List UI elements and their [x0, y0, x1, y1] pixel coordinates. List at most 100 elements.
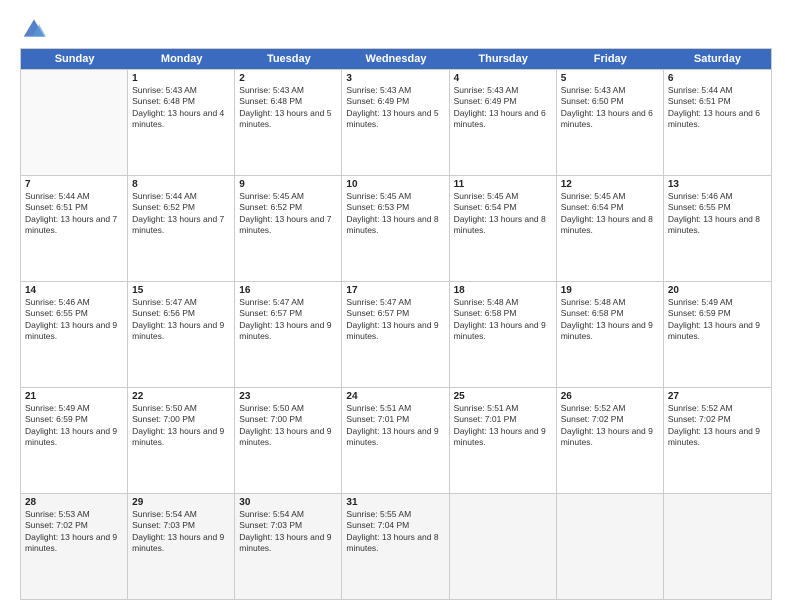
day-info: Sunrise: 5:51 AMSunset: 7:01 PMDaylight:… — [454, 403, 552, 449]
calendar-cell — [557, 494, 664, 599]
calendar-cell: 1Sunrise: 5:43 AMSunset: 6:48 PMDaylight… — [128, 70, 235, 175]
day-info: Sunrise: 5:49 AMSunset: 6:59 PMDaylight:… — [668, 297, 767, 343]
calendar: SundayMondayTuesdayWednesdayThursdayFrid… — [20, 48, 772, 600]
header-day-saturday: Saturday — [664, 49, 771, 69]
calendar-cell: 3Sunrise: 5:43 AMSunset: 6:49 PMDaylight… — [342, 70, 449, 175]
day-info: Sunrise: 5:50 AMSunset: 7:00 PMDaylight:… — [132, 403, 230, 449]
day-info: Sunrise: 5:51 AMSunset: 7:01 PMDaylight:… — [346, 403, 444, 449]
header-day-wednesday: Wednesday — [342, 49, 449, 69]
day-number: 12 — [561, 179, 659, 190]
day-info: Sunrise: 5:45 AMSunset: 6:54 PMDaylight:… — [454, 191, 552, 237]
header-day-friday: Friday — [557, 49, 664, 69]
page: SundayMondayTuesdayWednesdayThursdayFrid… — [0, 0, 792, 612]
calendar-cell: 10Sunrise: 5:45 AMSunset: 6:53 PMDayligh… — [342, 176, 449, 281]
day-info: Sunrise: 5:54 AMSunset: 7:03 PMDaylight:… — [132, 509, 230, 555]
calendar-cell: 13Sunrise: 5:46 AMSunset: 6:55 PMDayligh… — [664, 176, 771, 281]
day-info: Sunrise: 5:43 AMSunset: 6:48 PMDaylight:… — [239, 85, 337, 131]
calendar-row-5: 28Sunrise: 5:53 AMSunset: 7:02 PMDayligh… — [21, 493, 771, 599]
day-info: Sunrise: 5:48 AMSunset: 6:58 PMDaylight:… — [454, 297, 552, 343]
calendar-cell: 5Sunrise: 5:43 AMSunset: 6:50 PMDaylight… — [557, 70, 664, 175]
calendar-cell: 2Sunrise: 5:43 AMSunset: 6:48 PMDaylight… — [235, 70, 342, 175]
day-info: Sunrise: 5:44 AMSunset: 6:51 PMDaylight:… — [25, 191, 123, 237]
calendar-cell: 31Sunrise: 5:55 AMSunset: 7:04 PMDayligh… — [342, 494, 449, 599]
calendar-cell: 29Sunrise: 5:54 AMSunset: 7:03 PMDayligh… — [128, 494, 235, 599]
day-number: 30 — [239, 497, 337, 508]
calendar-cell: 21Sunrise: 5:49 AMSunset: 6:59 PMDayligh… — [21, 388, 128, 493]
calendar-cell: 25Sunrise: 5:51 AMSunset: 7:01 PMDayligh… — [450, 388, 557, 493]
day-info: Sunrise: 5:43 AMSunset: 6:48 PMDaylight:… — [132, 85, 230, 131]
day-number: 7 — [25, 179, 123, 190]
day-number: 4 — [454, 73, 552, 84]
calendar-cell: 26Sunrise: 5:52 AMSunset: 7:02 PMDayligh… — [557, 388, 664, 493]
day-number: 31 — [346, 497, 444, 508]
day-info: Sunrise: 5:55 AMSunset: 7:04 PMDaylight:… — [346, 509, 444, 555]
calendar-cell: 27Sunrise: 5:52 AMSunset: 7:02 PMDayligh… — [664, 388, 771, 493]
day-info: Sunrise: 5:52 AMSunset: 7:02 PMDaylight:… — [561, 403, 659, 449]
day-number: 27 — [668, 391, 767, 402]
calendar-cell: 7Sunrise: 5:44 AMSunset: 6:51 PMDaylight… — [21, 176, 128, 281]
day-info: Sunrise: 5:43 AMSunset: 6:49 PMDaylight:… — [454, 85, 552, 131]
day-number: 20 — [668, 285, 767, 296]
day-number: 28 — [25, 497, 123, 508]
calendar-row-4: 21Sunrise: 5:49 AMSunset: 6:59 PMDayligh… — [21, 387, 771, 493]
day-number: 3 — [346, 73, 444, 84]
calendar-cell: 24Sunrise: 5:51 AMSunset: 7:01 PMDayligh… — [342, 388, 449, 493]
day-info: Sunrise: 5:46 AMSunset: 6:55 PMDaylight:… — [668, 191, 767, 237]
day-number: 25 — [454, 391, 552, 402]
day-info: Sunrise: 5:46 AMSunset: 6:55 PMDaylight:… — [25, 297, 123, 343]
logo-icon — [20, 16, 48, 40]
calendar-row-2: 7Sunrise: 5:44 AMSunset: 6:51 PMDaylight… — [21, 175, 771, 281]
calendar-cell — [664, 494, 771, 599]
day-info: Sunrise: 5:53 AMSunset: 7:02 PMDaylight:… — [25, 509, 123, 555]
calendar-body: 1Sunrise: 5:43 AMSunset: 6:48 PMDaylight… — [21, 69, 771, 599]
day-info: Sunrise: 5:52 AMSunset: 7:02 PMDaylight:… — [668, 403, 767, 449]
day-info: Sunrise: 5:48 AMSunset: 6:58 PMDaylight:… — [561, 297, 659, 343]
day-number: 18 — [454, 285, 552, 296]
calendar-cell: 9Sunrise: 5:45 AMSunset: 6:52 PMDaylight… — [235, 176, 342, 281]
day-number: 24 — [346, 391, 444, 402]
day-info: Sunrise: 5:47 AMSunset: 6:57 PMDaylight:… — [239, 297, 337, 343]
day-number: 26 — [561, 391, 659, 402]
day-number: 21 — [25, 391, 123, 402]
day-number: 16 — [239, 285, 337, 296]
day-number: 19 — [561, 285, 659, 296]
day-number: 29 — [132, 497, 230, 508]
calendar-cell: 6Sunrise: 5:44 AMSunset: 6:51 PMDaylight… — [664, 70, 771, 175]
header-day-sunday: Sunday — [21, 49, 128, 69]
calendar-row-3: 14Sunrise: 5:46 AMSunset: 6:55 PMDayligh… — [21, 281, 771, 387]
day-info: Sunrise: 5:50 AMSunset: 7:00 PMDaylight:… — [239, 403, 337, 449]
calendar-cell: 4Sunrise: 5:43 AMSunset: 6:49 PMDaylight… — [450, 70, 557, 175]
day-number: 6 — [668, 73, 767, 84]
day-info: Sunrise: 5:54 AMSunset: 7:03 PMDaylight:… — [239, 509, 337, 555]
calendar-cell: 19Sunrise: 5:48 AMSunset: 6:58 PMDayligh… — [557, 282, 664, 387]
header-day-monday: Monday — [128, 49, 235, 69]
calendar-cell — [21, 70, 128, 175]
calendar-cell: 22Sunrise: 5:50 AMSunset: 7:00 PMDayligh… — [128, 388, 235, 493]
day-number: 14 — [25, 285, 123, 296]
day-info: Sunrise: 5:45 AMSunset: 6:54 PMDaylight:… — [561, 191, 659, 237]
calendar-cell: 12Sunrise: 5:45 AMSunset: 6:54 PMDayligh… — [557, 176, 664, 281]
day-info: Sunrise: 5:47 AMSunset: 6:56 PMDaylight:… — [132, 297, 230, 343]
day-number: 22 — [132, 391, 230, 402]
calendar-row-1: 1Sunrise: 5:43 AMSunset: 6:48 PMDaylight… — [21, 69, 771, 175]
calendar-cell — [450, 494, 557, 599]
day-info: Sunrise: 5:44 AMSunset: 6:52 PMDaylight:… — [132, 191, 230, 237]
day-number: 11 — [454, 179, 552, 190]
calendar-cell: 28Sunrise: 5:53 AMSunset: 7:02 PMDayligh… — [21, 494, 128, 599]
day-number: 17 — [346, 285, 444, 296]
day-number: 13 — [668, 179, 767, 190]
calendar-header: SundayMondayTuesdayWednesdayThursdayFrid… — [21, 49, 771, 69]
day-info: Sunrise: 5:45 AMSunset: 6:52 PMDaylight:… — [239, 191, 337, 237]
calendar-cell: 17Sunrise: 5:47 AMSunset: 6:57 PMDayligh… — [342, 282, 449, 387]
day-number: 1 — [132, 73, 230, 84]
calendar-cell: 18Sunrise: 5:48 AMSunset: 6:58 PMDayligh… — [450, 282, 557, 387]
day-number: 10 — [346, 179, 444, 190]
header-day-thursday: Thursday — [450, 49, 557, 69]
day-number: 15 — [132, 285, 230, 296]
calendar-cell: 30Sunrise: 5:54 AMSunset: 7:03 PMDayligh… — [235, 494, 342, 599]
day-number: 23 — [239, 391, 337, 402]
day-info: Sunrise: 5:49 AMSunset: 6:59 PMDaylight:… — [25, 403, 123, 449]
calendar-cell: 16Sunrise: 5:47 AMSunset: 6:57 PMDayligh… — [235, 282, 342, 387]
calendar-cell: 8Sunrise: 5:44 AMSunset: 6:52 PMDaylight… — [128, 176, 235, 281]
day-info: Sunrise: 5:47 AMSunset: 6:57 PMDaylight:… — [346, 297, 444, 343]
